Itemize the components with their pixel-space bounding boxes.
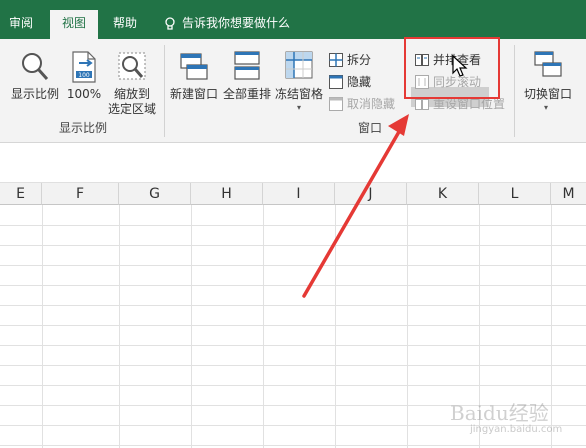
annotation-arrow-icon	[302, 114, 409, 298]
watermark-url: jingyan.baidu.com	[470, 424, 563, 435]
watermark: Baidu经验	[450, 401, 549, 425]
mouse-cursor-icon	[452, 55, 468, 77]
